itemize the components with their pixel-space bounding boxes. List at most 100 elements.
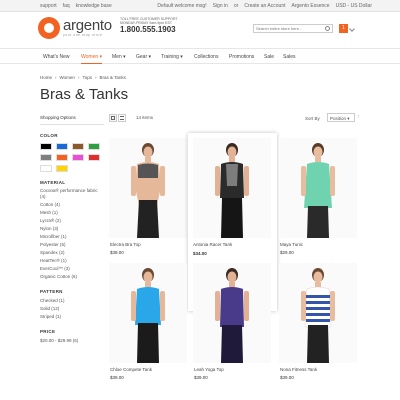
- shopping-options-label: Shopping Options: [40, 114, 104, 125]
- filter-item[interactable]: $20.00 - $29.99 (6): [40, 337, 104, 345]
- top-bar-right: Default welcome msg! Sign in or Create a…: [157, 3, 372, 9]
- color-swatch-purple[interactable]: [72, 154, 84, 161]
- create-account-link[interactable]: Create an Account: [244, 3, 285, 9]
- support-phone: 1.800.555.1903: [120, 25, 176, 34]
- logo-name: argento: [63, 17, 112, 34]
- color-swatch-orange[interactable]: [56, 154, 68, 161]
- filter-item[interactable]: Polyester (5): [40, 241, 104, 249]
- color-swatch-yellow[interactable]: [56, 165, 68, 172]
- nav-training-label: Training: [161, 54, 179, 60]
- chevron-down-icon[interactable]: [349, 26, 355, 32]
- support-link[interactable]: support: [40, 3, 57, 9]
- product-photo: [301, 143, 335, 238]
- nav-sales[interactable]: Sales: [283, 54, 296, 60]
- main-nav: What's New Women ▾ Men ▾ Gear ▾ Training…: [0, 48, 400, 64]
- breadcrumb-current: Bras & Tanks: [99, 75, 126, 80]
- nav-training[interactable]: Training ▾: [161, 54, 183, 60]
- product-image[interactable]: [193, 138, 271, 238]
- nav-men[interactable]: Men ▾: [112, 54, 126, 60]
- color-swatch-white[interactable]: [40, 165, 52, 172]
- nav-sale[interactable]: Sale: [264, 54, 274, 60]
- price-filter-title[interactable]: PRICE: [40, 329, 104, 334]
- filter-item[interactable]: Nylon (3): [40, 225, 104, 233]
- or-text: or: [233, 3, 239, 9]
- nav-promotions[interactable]: Promotions: [229, 54, 254, 60]
- support-info: TOLL FREE CUSTOMER SUPPORT MONDAY-FRIDAY…: [120, 17, 178, 34]
- product-name[interactable]: Leah Yoga Top: [194, 367, 224, 372]
- filter-item[interactable]: Striped (1): [40, 313, 104, 321]
- nav-whats-new[interactable]: What's New: [43, 54, 70, 60]
- filter-item[interactable]: Lycra® (2): [40, 217, 104, 225]
- color-swatch-red[interactable]: [88, 154, 100, 161]
- sign-in-link[interactable]: Sign in: [213, 3, 228, 9]
- sort-direction-icon[interactable]: ↑: [357, 114, 360, 120]
- nav-gear[interactable]: Gear ▾: [136, 54, 151, 60]
- search-box: [253, 24, 333, 33]
- list-view-button[interactable]: [118, 114, 126, 122]
- product-photo: [301, 268, 335, 363]
- logo[interactable]: argento your one stop store: [38, 17, 112, 39]
- nav-women[interactable]: Women ▾: [81, 54, 103, 64]
- product-name[interactable]: Antonia Racer Tank: [193, 242, 232, 247]
- nav-collections[interactable]: Collections: [194, 54, 218, 60]
- filter-item[interactable]: Mesh (1): [40, 209, 104, 217]
- nav-gear-label: Gear: [136, 54, 148, 60]
- product-name[interactable]: Maya Tunic: [280, 242, 303, 247]
- search-input[interactable]: [254, 25, 322, 32]
- currency-switcher[interactable]: USD - US Dollar: [336, 3, 372, 9]
- sort-by-label: Sort By: [305, 116, 320, 121]
- faq-link[interactable]: faq: [63, 3, 70, 9]
- product-name[interactable]: Chloe Compete Tank: [110, 367, 152, 372]
- color-swatch-black[interactable]: [40, 143, 52, 150]
- filter-item[interactable]: Solid (12): [40, 305, 104, 313]
- product-photo: [215, 268, 249, 363]
- product-toolbar: 14 items Sort By Position ▾ ↑: [109, 113, 360, 123]
- pattern-filter-title[interactable]: PATTERN: [40, 289, 104, 294]
- breadcrumb-home[interactable]: Home: [40, 75, 52, 80]
- filter-item[interactable]: Spandex (2): [40, 249, 104, 257]
- search-icon[interactable]: [325, 26, 330, 31]
- grid-view-button[interactable]: [109, 114, 117, 122]
- filter-item[interactable]: Cotton (4): [40, 201, 104, 209]
- color-swatch-blue[interactable]: [56, 143, 68, 150]
- product-name[interactable]: Electra Bra Top: [110, 242, 141, 247]
- sort-select[interactable]: Position ▾: [327, 113, 355, 122]
- filter-item[interactable]: Cocona® performance fabric (4): [40, 188, 104, 199]
- breadcrumb-women[interactable]: Women: [60, 75, 75, 80]
- product-price: $39.00: [194, 375, 208, 380]
- filter-item[interactable]: Organic Cotton (6): [40, 273, 104, 281]
- breadcrumb: Home › Women › Tops › Bras & Tanks: [40, 75, 126, 80]
- color-swatch-brown[interactable]: [72, 143, 84, 150]
- product-name[interactable]: Nona Fitness Tank: [280, 367, 317, 372]
- breadcrumb-separator: ›: [55, 75, 57, 80]
- product-price: $39.00: [110, 250, 124, 255]
- cart-button[interactable]: 1: [339, 24, 348, 33]
- color-swatch-gray[interactable]: [40, 154, 52, 161]
- items-count: 14 items: [136, 115, 154, 120]
- color-filter-title[interactable]: COLOR: [40, 133, 104, 138]
- product-image[interactable]: [279, 263, 357, 363]
- product-image[interactable]: [193, 263, 271, 363]
- top-bar: support faq knowledge base Default welco…: [0, 0, 400, 12]
- color-swatches: [40, 143, 104, 172]
- breadcrumb-separator: ›: [94, 75, 97, 80]
- product-price: $39.00: [280, 375, 294, 380]
- page-title: Bras & Tanks: [40, 86, 129, 103]
- store-switcher[interactable]: Argento Essence: [292, 3, 330, 9]
- product-image[interactable]: [109, 138, 187, 238]
- filter-item[interactable]: HeatTec® (1): [40, 257, 104, 265]
- pattern-filter-list: Checked (1) Solid (12) Striped (1): [40, 297, 104, 321]
- filter-item[interactable]: Microfiber (1): [40, 233, 104, 241]
- nav-men-label: Men: [112, 54, 122, 60]
- product-image[interactable]: [279, 138, 357, 238]
- filter-item[interactable]: EverCool™ (3): [40, 265, 104, 273]
- filter-item[interactable]: Checked (1): [40, 297, 104, 305]
- list-icon: [120, 116, 124, 120]
- breadcrumb-tops[interactable]: Tops: [82, 75, 92, 80]
- knowledge-base-link[interactable]: knowledge base: [76, 3, 112, 9]
- material-filter-title[interactable]: MATERIAL: [40, 180, 104, 185]
- top-bar-left-links: support faq knowledge base: [40, 3, 112, 9]
- color-swatch-green[interactable]: [88, 143, 100, 150]
- product-image[interactable]: [109, 263, 187, 363]
- sidebar-filters: Shopping Options COLOR MATERIAL Cocona® …: [40, 114, 104, 345]
